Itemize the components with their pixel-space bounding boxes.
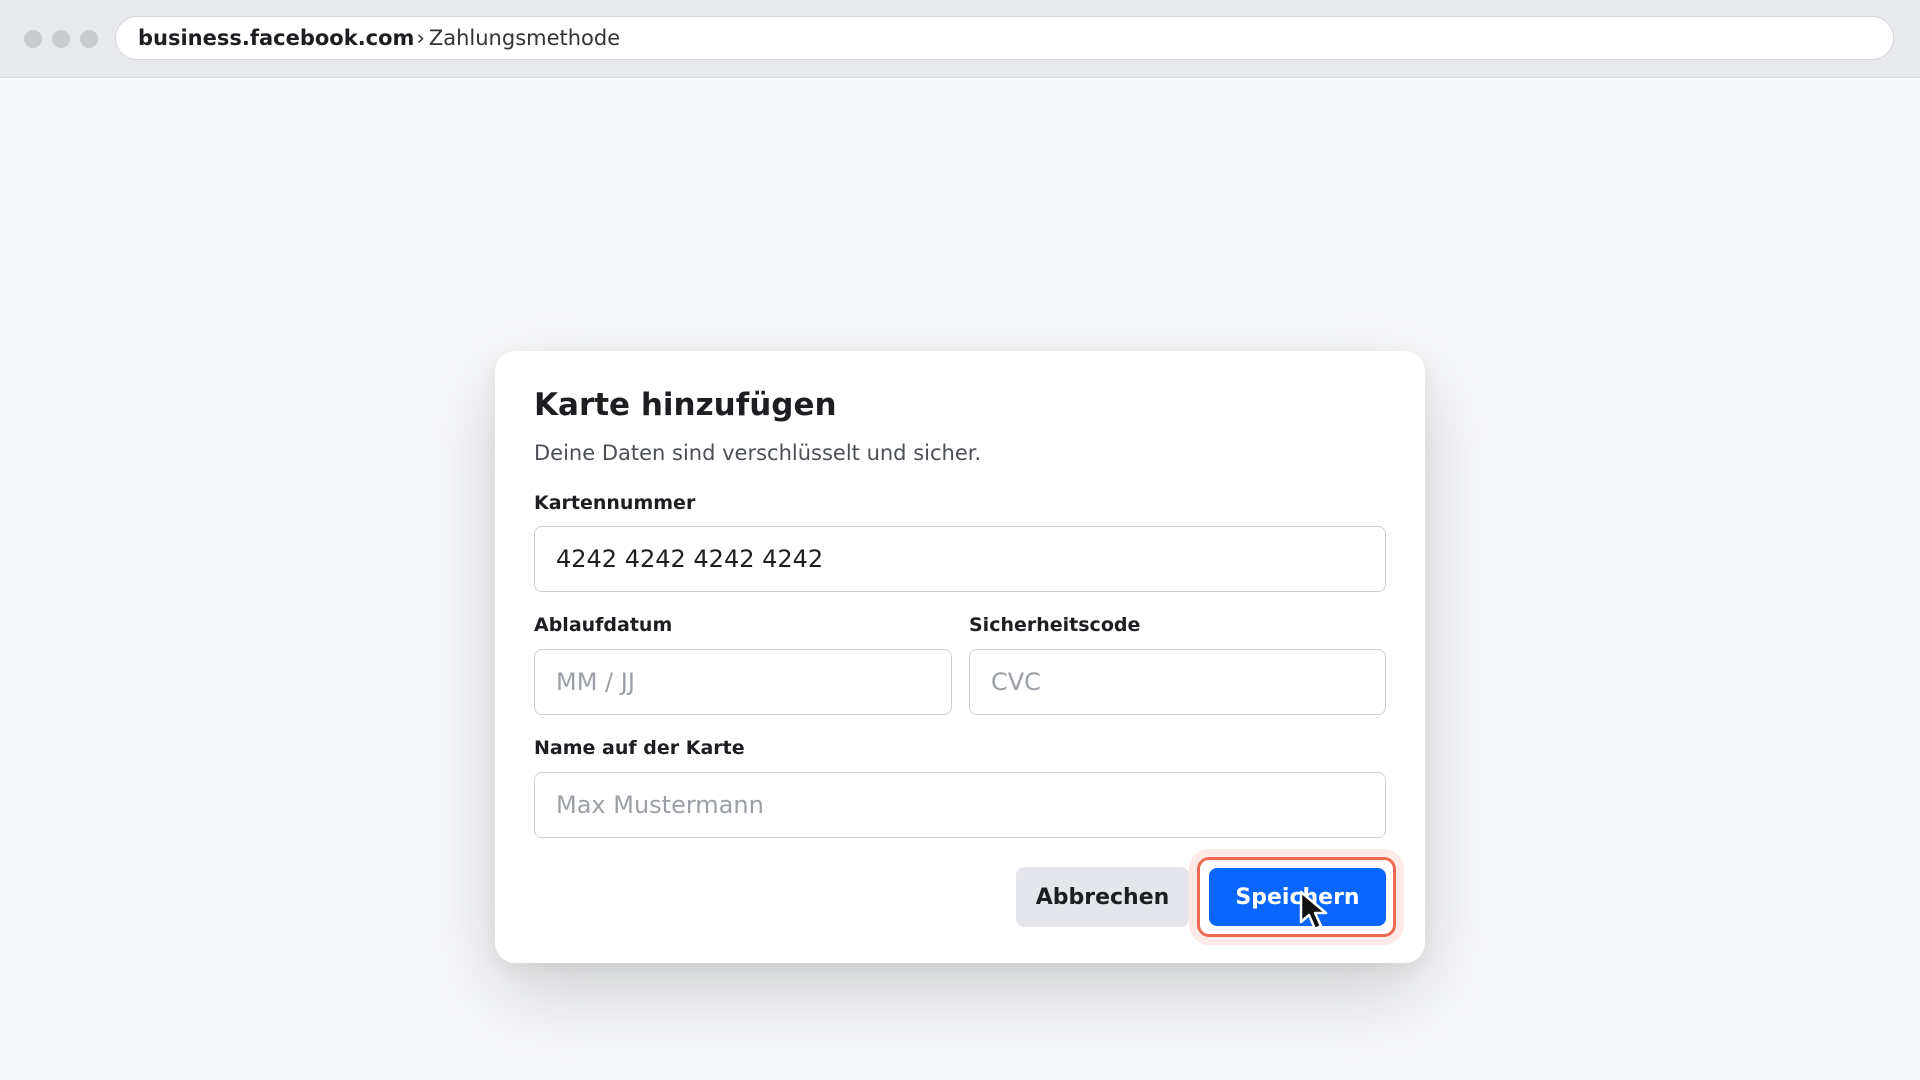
url-page: Zahlungsmethode bbox=[428, 26, 621, 50]
url-separator: › bbox=[416, 26, 425, 50]
cardholder-name-input[interactable] bbox=[534, 772, 1386, 838]
window-minimize-dot[interactable] bbox=[52, 30, 70, 48]
url-domain: business.facebook.com bbox=[138, 26, 415, 50]
card-number-input[interactable] bbox=[534, 526, 1386, 592]
window-close-dot[interactable] bbox=[24, 30, 42, 48]
save-button[interactable]: Speichern bbox=[1209, 868, 1386, 926]
security-code-input[interactable] bbox=[969, 649, 1386, 715]
window-maximize-dot[interactable] bbox=[80, 30, 98, 48]
cancel-button[interactable]: Abbrechen bbox=[1016, 867, 1189, 927]
expiry-date-label: Ablaufdatum bbox=[534, 614, 673, 636]
address-bar[interactable]: business.facebook.com › Zahlungsmethode bbox=[115, 16, 1894, 60]
dialog-subtitle: Deine Daten sind verschlüsselt und siche… bbox=[534, 441, 982, 465]
add-card-dialog: Karte hinzufügen Deine Daten sind versch… bbox=[495, 351, 1425, 963]
expiry-date-input[interactable] bbox=[534, 649, 952, 715]
browser-toolbar: business.facebook.com › Zahlungsmethode bbox=[0, 0, 1920, 78]
dialog-title: Karte hinzufügen bbox=[534, 387, 837, 423]
page-viewport: Karte hinzufügen Deine Daten sind versch… bbox=[0, 78, 1920, 1080]
security-code-label: Sicherheitscode bbox=[969, 614, 1141, 636]
cardholder-name-label: Name auf der Karte bbox=[534, 737, 745, 759]
card-number-label: Kartennummer bbox=[534, 492, 696, 514]
